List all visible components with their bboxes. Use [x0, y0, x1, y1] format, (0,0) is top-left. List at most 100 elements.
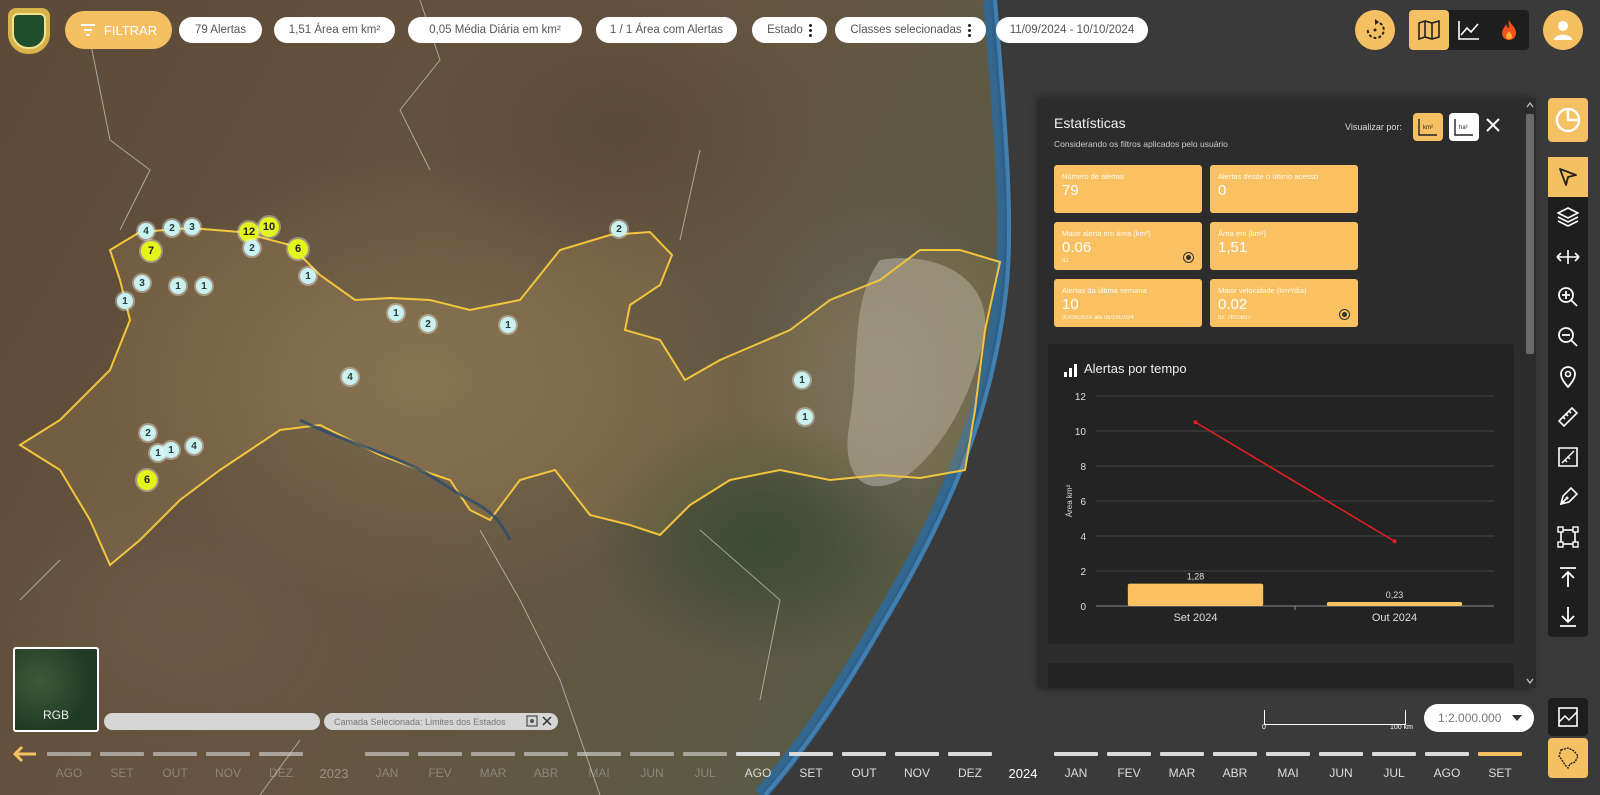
- alert-cluster-marker[interactable]: 2: [140, 425, 156, 441]
- upload-button[interactable]: [1548, 557, 1588, 597]
- timeline-month[interactable]: SET: [98, 752, 146, 780]
- alert-cluster-marker[interactable]: 2: [164, 220, 180, 236]
- layers-button[interactable]: [1548, 197, 1588, 237]
- timeline-month[interactable]: JUL: [1370, 752, 1418, 780]
- view-by-km2-button[interactable]: km²: [1413, 113, 1443, 141]
- timeline-month[interactable]: FEV: [416, 752, 464, 780]
- timeline-month[interactable]: MAI: [1264, 752, 1312, 780]
- chip-areas-with-alerts[interactable]: 1 / 1 Área com Alertas: [596, 17, 737, 43]
- select-tool-button[interactable]: [1548, 157, 1588, 197]
- alert-cluster-marker[interactable]: 6: [137, 470, 157, 490]
- alert-cluster-marker[interactable]: 2: [420, 316, 436, 332]
- alert-cluster-marker[interactable]: 6: [288, 239, 308, 259]
- timeline-month[interactable]: JAN: [363, 752, 411, 780]
- timeline-month[interactable]: OUT: [840, 752, 888, 780]
- fire-view-button[interactable]: [1489, 10, 1529, 50]
- alert-cluster-marker[interactable]: 1: [300, 268, 316, 284]
- timeline-month[interactable]: DEZ: [257, 752, 305, 780]
- timeline-month[interactable]: NOV: [893, 752, 941, 780]
- chevron-down-icon: [1512, 715, 1522, 721]
- timeline-month[interactable]: SET: [1476, 752, 1524, 780]
- timeline-month[interactable]: ABR: [1211, 752, 1259, 780]
- brazil-map-button[interactable]: [1548, 738, 1588, 778]
- timeline-month[interactable]: DEZ: [946, 752, 994, 780]
- compare-swipe-button[interactable]: [1548, 237, 1588, 277]
- timeline-month[interactable]: NOV: [204, 752, 252, 780]
- alert-cluster-marker[interactable]: 1: [196, 278, 212, 294]
- alert-cluster-marker[interactable]: 1: [500, 317, 516, 333]
- timeline-month[interactable]: MAI: [575, 752, 623, 780]
- statistics-toggle-inner[interactable]: [1548, 98, 1588, 142]
- chip-daily-average[interactable]: 0,05 Média Diária em km²: [408, 17, 582, 43]
- timeline-month[interactable]: JUL: [681, 752, 729, 780]
- alert-cluster-marker[interactable]: 1: [794, 372, 810, 388]
- zoom-in-button[interactable]: [1548, 277, 1588, 317]
- chip-classes[interactable]: Classes selecionadas: [835, 17, 986, 43]
- card-label: Alertas desde o último acesso: [1218, 172, 1319, 181]
- user-profile-button[interactable]: [1543, 10, 1583, 50]
- view-by-ha-button[interactable]: ha²: [1449, 113, 1479, 141]
- alert-cluster-marker[interactable]: 4: [342, 369, 358, 385]
- map-view-button[interactable]: [1409, 10, 1449, 50]
- locate-alert-icon[interactable]: [1183, 252, 1194, 263]
- alert-cluster-marker[interactable]: 10: [259, 217, 279, 237]
- timeline-month[interactable]: AGO: [1423, 752, 1471, 780]
- layer-visibility-icon[interactable]: [526, 715, 538, 727]
- timeline-month[interactable]: AGO: [734, 752, 782, 780]
- locate-alert-icon[interactable]: [1339, 309, 1350, 320]
- layer-slot-empty[interactable]: [104, 713, 320, 730]
- filter-icon: [80, 24, 95, 36]
- alert-cluster-marker[interactable]: 2: [244, 240, 260, 256]
- location-button[interactable]: [1548, 357, 1588, 397]
- scrollbar-thumb[interactable]: [1526, 114, 1534, 354]
- measure-distance-button[interactable]: [1548, 397, 1588, 437]
- timeline-month[interactable]: MAR: [1158, 752, 1206, 780]
- zoom-out-button[interactable]: [1548, 317, 1588, 357]
- alert-cluster-marker[interactable]: 7: [141, 241, 161, 261]
- timeline-month[interactable]: AGO: [45, 752, 93, 780]
- timeline-year[interactable]: 2023: [310, 752, 358, 781]
- statistics-toggle[interactable]: [1548, 98, 1588, 142]
- alert-cluster-marker[interactable]: 4: [138, 223, 154, 239]
- chip-date-range[interactable]: 11/09/2024 - 10/10/2024: [996, 17, 1148, 43]
- measure-area-button[interactable]: [1548, 437, 1588, 477]
- alert-cluster-marker[interactable]: 3: [184, 219, 200, 235]
- alert-cluster-marker[interactable]: 1: [797, 409, 813, 425]
- timeline-month[interactable]: JAN: [1052, 752, 1100, 780]
- refresh-button[interactable]: [1355, 10, 1395, 50]
- legend-button[interactable]: [1548, 698, 1588, 736]
- chip-alert-count[interactable]: 79 Alertas: [179, 17, 262, 43]
- basemap-switcher[interactable]: RGB: [13, 647, 99, 732]
- alert-cluster-marker[interactable]: 12: [239, 222, 259, 242]
- alert-cluster-marker[interactable]: 1: [388, 305, 404, 321]
- chart-view-button[interactable]: [1449, 10, 1489, 50]
- zoom-scale-select[interactable]: 1:2.000.000: [1424, 704, 1534, 732]
- timeline-year[interactable]: 2024: [999, 752, 1047, 781]
- download-button[interactable]: [1548, 597, 1588, 637]
- timeline-month[interactable]: OUT: [151, 752, 199, 780]
- timeline-month[interactable]: MAR: [469, 752, 517, 780]
- alert-cluster-marker[interactable]: 3: [134, 275, 150, 291]
- selected-layer-bar[interactable]: Camada Selecionada: Limites dos Estados: [324, 713, 558, 730]
- timeline-month[interactable]: JUN: [628, 752, 676, 780]
- timeline-back-button[interactable]: [12, 744, 40, 768]
- timeline-month[interactable]: JUN: [1317, 752, 1365, 780]
- filter-button[interactable]: FILTRAR: [65, 11, 172, 49]
- timeline-month[interactable]: SET: [787, 752, 835, 780]
- bounding-box-button[interactable]: [1548, 517, 1588, 557]
- timeline-month[interactable]: FEV: [1105, 752, 1153, 780]
- alert-cluster-marker[interactable]: 4: [186, 438, 202, 454]
- timeline-month[interactable]: ABR: [522, 752, 570, 780]
- remove-layer-icon[interactable]: [542, 716, 552, 726]
- alert-cluster-marker[interactable]: 1: [170, 278, 186, 294]
- timeline-segment: [1266, 752, 1310, 756]
- alert-cluster-marker[interactable]: 2: [611, 221, 627, 237]
- panel-scrollbar[interactable]: [1524, 98, 1536, 688]
- chip-area[interactable]: 1,51 Área em km²: [274, 17, 395, 43]
- alert-cluster-marker[interactable]: 1: [163, 442, 179, 458]
- alert-cluster-marker[interactable]: 1: [117, 293, 133, 309]
- draw-button[interactable]: [1548, 477, 1588, 517]
- chip-state[interactable]: Estado: [752, 17, 827, 43]
- close-panel-button[interactable]: [1484, 116, 1502, 136]
- card-sub: 30/09/2024 até 06/10/2024: [1062, 315, 1134, 321]
